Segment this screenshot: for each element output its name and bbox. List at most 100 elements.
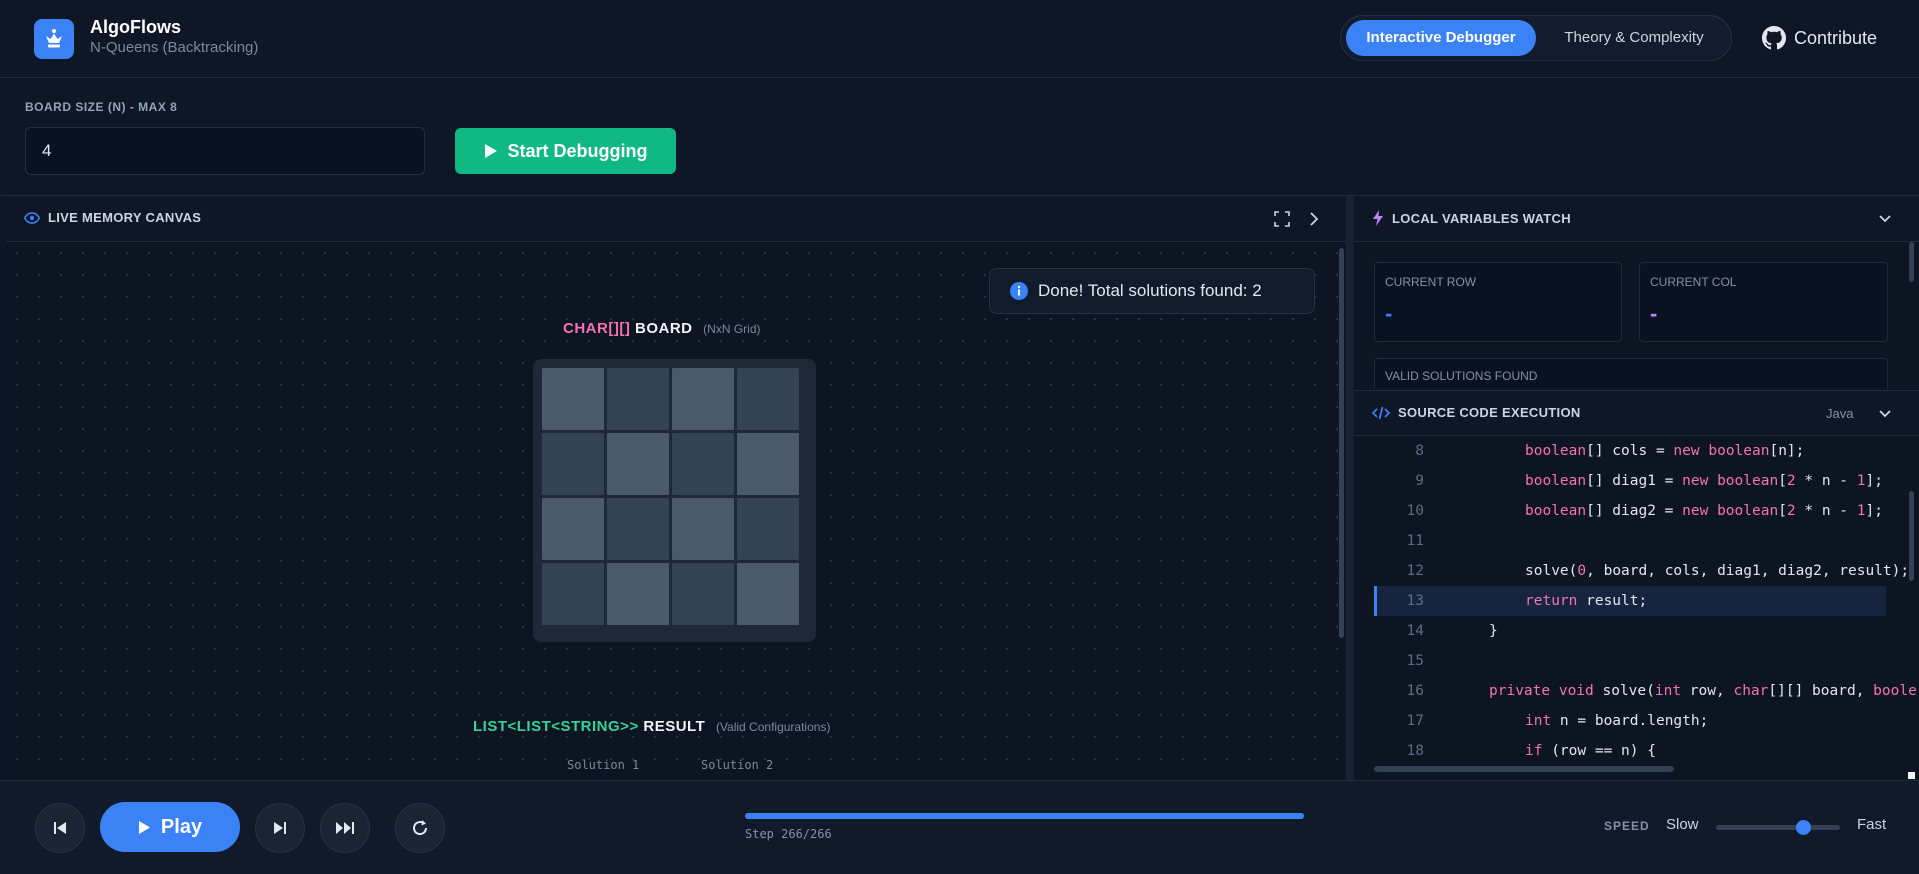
memory-canvas-panel: LIVE MEMORY CANVAS Done! Total solutions… <box>6 196 1346 780</box>
board-cell <box>542 498 604 560</box>
code-text: int n = board.length; <box>1525 713 1709 729</box>
speed-slider[interactable] <box>1716 820 1840 835</box>
code-line: 12 solve(0, board, cols, diag1, diag2, re… <box>1354 556 1919 586</box>
valid-solutions-card: VALID SOLUTIONS FOUND <box>1374 358 1888 388</box>
board-type: CHAR[][] <box>563 320 631 337</box>
board-cell <box>737 498 799 560</box>
board-cell <box>607 368 669 430</box>
code-line: 14} <box>1354 616 1919 646</box>
view-tabs: Interactive Debugger Theory & Complexity <box>1340 15 1732 61</box>
code-text: return result; <box>1525 593 1648 609</box>
chess-queen-icon <box>34 19 74 59</box>
variables-scrollbar[interactable] <box>1909 242 1914 282</box>
fast-forward-button[interactable] <box>320 803 370 853</box>
inspector-panel: LOCAL VARIABLES WATCH CURRENT ROW - CURR… <box>1354 196 1919 780</box>
tab-theory-complexity[interactable]: Theory & Complexity <box>1544 20 1724 56</box>
board-size-input[interactable] <box>25 127 425 175</box>
status-toast-text: Done! Total solutions found: 2 <box>1038 281 1262 300</box>
step-to-start-button[interactable] <box>35 803 85 853</box>
line-number: 14 <box>1406 623 1424 639</box>
step-forward-icon <box>274 822 286 834</box>
code-text: boolean[] diag1 = new boolean[2 * n - 1]… <box>1525 473 1883 489</box>
line-number: 11 <box>1406 533 1424 549</box>
code-line: 16 private void solve(int row, char[][] b… <box>1354 676 1919 706</box>
board-cell <box>542 563 604 625</box>
chevron-down-icon[interactable] <box>1878 214 1892 224</box>
canvas-header: LIVE MEMORY CANVAS <box>6 196 1346 242</box>
chess-board <box>533 359 816 642</box>
result-label: LIST<LIST<STRING>> RESULT (Valid Configu… <box>473 718 830 735</box>
code-header[interactable]: SOURCE CODE EXECUTION Java <box>1354 390 1919 436</box>
app-title: AlgoFlows <box>90 17 181 37</box>
line-number: 16 <box>1406 683 1424 699</box>
fast-forward-icon <box>336 822 354 834</box>
board-cell <box>737 368 799 430</box>
chevron-right-icon[interactable] <box>1308 211 1320 227</box>
line-number: 12 <box>1406 563 1424 579</box>
board-cell <box>672 368 734 430</box>
speed-slider-thumb[interactable] <box>1795 820 1811 835</box>
play-icon <box>484 144 497 158</box>
chevron-down-icon[interactable] <box>1878 409 1892 419</box>
code-line: 11 <box>1354 526 1919 556</box>
line-number: 8 <box>1415 443 1424 459</box>
step-progress-fill <box>745 813 1304 819</box>
variables-title: LOCAL VARIABLES WATCH <box>1392 210 1571 226</box>
board-cell <box>607 498 669 560</box>
variables-header[interactable]: LOCAL VARIABLES WATCH <box>1354 196 1919 242</box>
line-number: 10 <box>1406 503 1424 519</box>
current-row-label: CURRENT ROW <box>1385 275 1477 289</box>
current-col-value: - <box>1650 301 1658 326</box>
github-icon <box>1762 26 1786 50</box>
lightning-icon <box>1373 210 1383 226</box>
speed-slow-label: Slow <box>1666 816 1699 833</box>
line-number: 18 <box>1406 743 1424 759</box>
result-name: RESULT <box>643 718 706 735</box>
start-debugging-button[interactable]: Start Debugging <box>455 128 676 174</box>
board-cell <box>672 433 734 495</box>
current-col-card: CURRENT COL - <box>1639 262 1888 342</box>
line-number: 15 <box>1406 653 1424 669</box>
board-name: BOARD <box>634 320 693 337</box>
play-label: Play <box>160 815 203 838</box>
code-text: } <box>1489 623 1498 639</box>
play-button[interactable]: Play <box>100 802 240 852</box>
variables-title-group: LOCAL VARIABLES WATCH <box>1372 210 1571 226</box>
code-line: 8 boolean[] cols = new boolean[n]; <box>1354 436 1919 466</box>
board-cell <box>737 433 799 495</box>
valid-solutions-label: VALID SOLUTIONS FOUND <box>1385 369 1538 383</box>
fullscreen-icon[interactable] <box>1274 211 1290 227</box>
reset-icon <box>413 820 428 836</box>
line-number: 9 <box>1415 473 1424 489</box>
current-row-value: - <box>1385 301 1393 326</box>
code-text: private void solve(int row, char[][] boa… <box>1489 683 1917 699</box>
board-cell <box>607 433 669 495</box>
code-scrollbar-horizontal[interactable] <box>1374 766 1674 772</box>
board-cell <box>542 433 604 495</box>
config-bar: BOARD SIZE (N) - MAX 8 Start Debugging <box>0 78 1919 196</box>
solution-2-label: Solution 2 <box>701 758 774 772</box>
code-title: SOURCE CODE EXECUTION <box>1398 405 1581 420</box>
board-cell <box>607 563 669 625</box>
info-icon <box>1010 282 1028 300</box>
contribute-link[interactable]: Contribute <box>1762 24 1877 52</box>
tab-interactive-debugger[interactable]: Interactive Debugger <box>1346 20 1536 56</box>
code-text: solve(0, board, cols, diag1, diag2, resu… <box>1525 563 1910 579</box>
result-type: LIST<LIST<STRING>> <box>473 718 639 735</box>
code-text: boolean[] diag2 = new boolean[2 * n - 1]… <box>1525 503 1883 519</box>
board-hint: (NxN Grid) <box>703 322 761 336</box>
panel-resize-handle[interactable] <box>1346 196 1354 780</box>
canvas-scrollbar[interactable] <box>1339 248 1344 638</box>
result-hint: (Valid Configurations) <box>715 720 831 734</box>
code-line: 9 boolean[] diag1 = new boolean[2 * n - 1… <box>1354 466 1919 496</box>
step-progress-bar[interactable] <box>745 813 1304 819</box>
board-cell <box>672 563 734 625</box>
board-label: CHAR[][] BOARD (NxN Grid) <box>563 320 760 337</box>
status-toast: Done! Total solutions found: 2 <box>989 268 1315 314</box>
corner-indicator <box>1908 772 1915 779</box>
reset-button[interactable] <box>395 803 445 853</box>
code-line: 17 int n = board.length; <box>1354 706 1919 736</box>
step-forward-button[interactable] <box>255 803 305 853</box>
solution-1-label: Solution 1 <box>567 758 640 772</box>
line-number: 13 <box>1406 593 1424 609</box>
